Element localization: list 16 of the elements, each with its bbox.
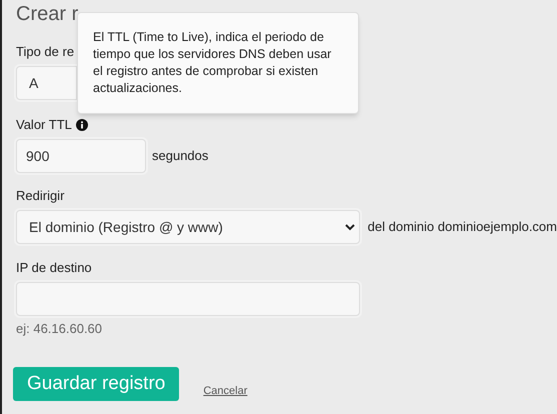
tooltip: El TTL (Time to Live), indica el periodo de tiempo que los servidores DNS deben usar el registro antes de comprobar si existen actualizaciones.	[77, 12, 359, 114]
redirect-select[interactable]: El dominio (Registro @ y www)	[16, 210, 360, 244]
hint-text: ej: 46.16.60.60	[16, 321, 102, 337]
type-field[interactable]: A	[16, 66, 77, 100]
field-label: Tipo de re	[16, 44, 74, 60]
info-icon[interactable]	[76, 119, 88, 131]
unit-label: segundos	[152, 148, 208, 164]
ip-input[interactable]	[16, 282, 360, 316]
cancel-link[interactable]: Cancelar	[203, 383, 248, 399]
field-label: Redirigir	[16, 188, 64, 204]
ttl-input[interactable]: 900	[16, 139, 146, 173]
field-label: Valor TTL	[16, 117, 72, 133]
page-title: Crear r	[16, 2, 78, 27]
domain-text: del dominio dominioejemplo.com	[368, 219, 557, 235]
field-label: IP de destino	[16, 260, 92, 276]
chevron-down-icon	[344, 224, 355, 230]
